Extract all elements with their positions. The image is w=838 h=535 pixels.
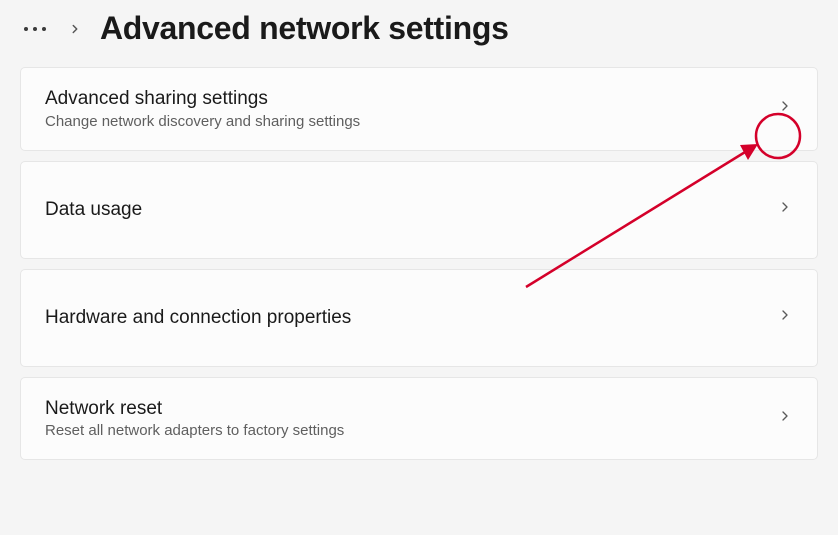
card-text: Hardware and connection properties	[45, 307, 351, 329]
settings-cards-list: Advanced sharing settings Change network…	[0, 67, 838, 460]
chevron-right-icon	[68, 22, 82, 36]
card-hardware-properties[interactable]: Hardware and connection properties	[20, 269, 818, 367]
card-data-usage[interactable]: Data usage	[20, 161, 818, 259]
page-title: Advanced network settings	[100, 10, 509, 47]
card-description: Change network discovery and sharing set…	[45, 113, 360, 130]
card-network-reset[interactable]: Network reset Reset all network adapters…	[20, 377, 818, 460]
chevron-right-icon	[777, 408, 793, 429]
card-advanced-sharing[interactable]: Advanced sharing settings Change network…	[20, 67, 818, 151]
chevron-right-icon	[777, 199, 793, 220]
breadcrumb-header: Advanced network settings	[0, 0, 838, 67]
card-title: Advanced sharing settings	[45, 88, 360, 111]
card-description: Reset all network adapters to factory se…	[45, 422, 344, 439]
card-title: Hardware and connection properties	[45, 307, 351, 329]
chevron-right-icon	[777, 98, 793, 119]
card-text: Data usage	[45, 199, 142, 221]
card-text: Network reset Reset all network adapters…	[45, 398, 344, 439]
breadcrumb-ellipsis-button[interactable]	[20, 23, 50, 35]
card-text: Advanced sharing settings Change network…	[45, 88, 360, 130]
card-title: Data usage	[45, 199, 142, 221]
chevron-right-icon	[777, 307, 793, 328]
card-title: Network reset	[45, 398, 344, 420]
